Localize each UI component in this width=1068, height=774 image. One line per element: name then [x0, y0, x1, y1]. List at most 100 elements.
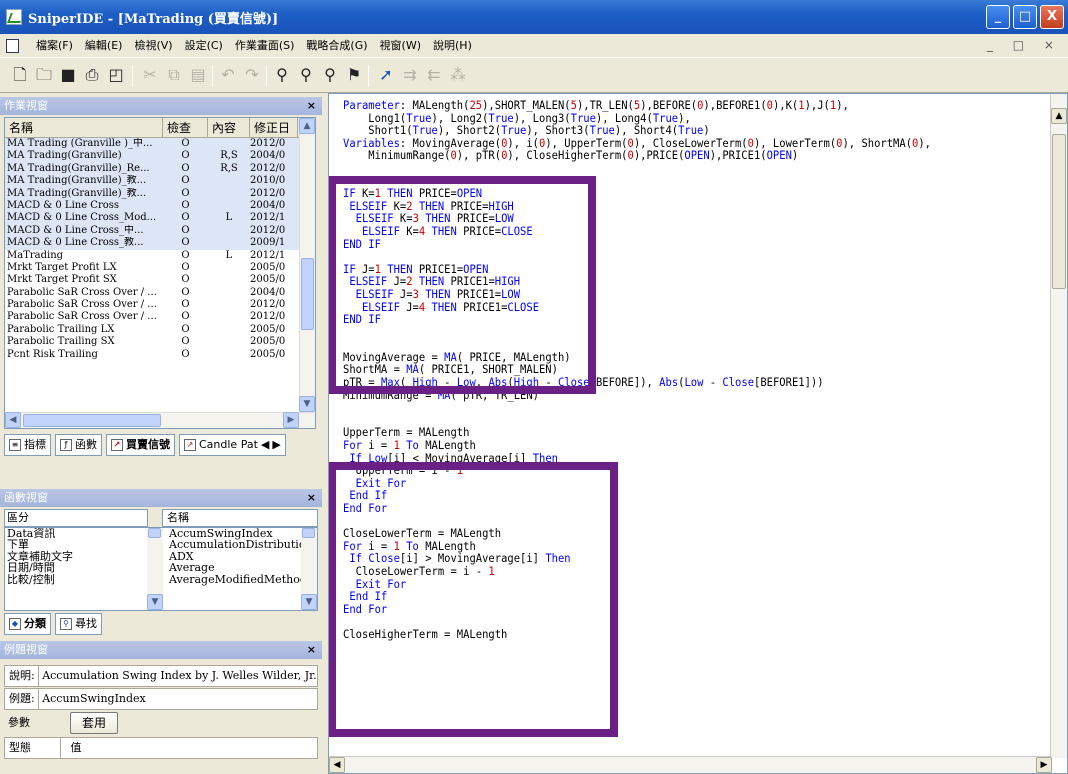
column-content[interactable]: 內容: [208, 118, 250, 137]
work-pane-close-icon[interactable]: ×: [307, 97, 316, 115]
editor-hscrollbar[interactable]: ◀ ▶: [329, 756, 1052, 773]
scroll-right-icon[interactable]: ▶: [283, 412, 299, 428]
menu-window[interactable]: 視窗(W): [374, 34, 427, 58]
scroll-up-icon[interactable]: ▲: [299, 118, 315, 134]
table-row[interactable]: Parabolic SaR Cross Over / ... O 2012/0: [5, 299, 315, 311]
tab-category[interactable]: ◆ 分類: [4, 613, 51, 635]
table-row[interactable]: MaTrading O L 2012/1: [5, 250, 315, 262]
table-row[interactable]: MACD & 0 Line Cross O 2004/0: [5, 199, 315, 213]
function-list[interactable]: Data資訊 下單 文章補助文字 日期/時間 比較/控制 ▼ AccumSwin…: [4, 527, 318, 611]
category-scroll-up-icon[interactable]: [148, 509, 162, 527]
code-line[interactable]: Parameter: MALength(25),SHORT_MALEN(5),T…: [343, 100, 1043, 113]
maximize-button[interactable]: □: [1013, 5, 1037, 29]
scroll-down-icon[interactable]: ▼: [299, 396, 315, 412]
script-list-hscrollbar[interactable]: ◀ ▶: [5, 412, 315, 428]
menu-view[interactable]: 檢視(V): [128, 34, 178, 58]
scroll-thumb[interactable]: [301, 258, 314, 330]
table-row[interactable]: MA Trading (Granville )_中... O 2012/0: [5, 138, 315, 151]
cut-icon[interactable]: ✂: [140, 65, 160, 85]
table-row[interactable]: Parabolic SaR Cross Over / ... O 2012/0: [5, 311, 315, 323]
tab-functions[interactable]: ƒ 函數: [55, 434, 102, 456]
tab-scroll-right-icon[interactable]: ▶: [272, 435, 280, 455]
tab-scroll-left-icon[interactable]: ◀: [261, 435, 269, 455]
open-icon[interactable]: 🗀: [34, 65, 54, 85]
table-row[interactable]: MA Trading(Granville)_教... O 2012/0: [5, 187, 315, 200]
indent-icon[interactable]: ⇉: [400, 65, 420, 85]
script-list-vscrollbar[interactable]: ▲ ▼: [299, 118, 315, 428]
code-editor[interactable]: Parameter: MALength(25),SHORT_MALEN(5),T…: [328, 93, 1068, 774]
comment-icon[interactable]: ⁂: [448, 65, 468, 85]
column-modified[interactable]: 修正日: [250, 118, 298, 137]
redo-icon[interactable]: ↷: [242, 65, 262, 85]
function-item[interactable]: AverageModifiedMethod: [169, 573, 307, 585]
code-line[interactable]: UpperTerm = MALength: [343, 427, 1043, 440]
outdent-icon[interactable]: ⇇: [424, 65, 444, 85]
hscroll-thumb[interactable]: [23, 414, 161, 427]
code-line[interactable]: [343, 163, 1043, 176]
editor-scroll-thumb[interactable]: [1052, 134, 1066, 289]
script-list[interactable]: 名稱 檢查 內容 修正日 MA Trading (Granville )_中..…: [4, 117, 316, 429]
close-button[interactable]: X: [1040, 5, 1064, 29]
table-row[interactable]: Parabolic SaR Cross Over / ... O 2004/0: [5, 287, 315, 299]
tab-signals[interactable]: ↗ 買賣信號: [106, 434, 175, 456]
paste-icon[interactable]: ▤: [188, 65, 208, 85]
table-row[interactable]: MA Trading(Granville) O R,S 2004/0: [5, 150, 315, 163]
menu-help[interactable]: 說明(H): [427, 34, 478, 58]
editor-scroll-right-icon[interactable]: ▶: [1036, 757, 1052, 773]
category-item[interactable]: 日期/時間: [7, 562, 147, 574]
column-name[interactable]: 名稱: [5, 118, 163, 137]
table-row[interactable]: MACD & 0 Line Cross_Mod... O L 2012/1: [5, 212, 315, 225]
document-icon[interactable]: [6, 39, 19, 53]
menu-strategy[interactable]: 戰略合成(G): [300, 34, 373, 58]
function-scrollbar[interactable]: ▼: [301, 528, 317, 610]
function-pane-close-icon[interactable]: ×: [307, 489, 316, 507]
editor-vscrollbar[interactable]: ▲: [1050, 94, 1067, 758]
menu-settings[interactable]: 設定(C): [179, 34, 229, 58]
menu-file[interactable]: 檔案(F): [30, 34, 79, 58]
table-row[interactable]: MACD & 0 Line Cross_中... O 2012/0: [5, 224, 315, 238]
menu-workspace[interactable]: 作業畫面(S): [229, 34, 301, 58]
table-row[interactable]: MA Trading(Granville)_教... O 2010/0: [5, 175, 315, 188]
category-scroll-thumb[interactable]: [148, 528, 161, 538]
code-line[interactable]: For i = 1 To MALength: [343, 440, 1043, 453]
column-check[interactable]: 檢查: [163, 118, 208, 137]
table-row[interactable]: Mrkt Target Profit SX O 2005/0: [5, 274, 315, 286]
table-row[interactable]: Mrkt Target Profit LX O 2005/0: [5, 262, 315, 274]
function-scroll-down-icon[interactable]: ▼: [301, 594, 317, 610]
table-row[interactable]: Parabolic Trailing SX O 2005/0: [5, 336, 315, 348]
mdi-controls[interactable]: _ □ ×: [987, 38, 1062, 52]
editor-scroll-left-icon[interactable]: ◀: [329, 757, 345, 773]
code-line[interactable]: Long1(True), Long2(True), Long3(True), L…: [343, 112, 1043, 125]
function-scroll-thumb[interactable]: [302, 528, 315, 538]
minimize-button[interactable]: _: [986, 5, 1010, 29]
find-icon[interactable]: ⚲: [272, 65, 292, 85]
print-preview-icon[interactable]: ◰: [106, 65, 126, 85]
table-row[interactable]: MACD & 0 Line Cross_教... O 2009/1: [5, 237, 315, 250]
replace-icon[interactable]: ⚲: [320, 65, 340, 85]
copy-icon[interactable]: ⧉: [164, 65, 184, 85]
code-line[interactable]: MinimumRange(0), pTR(0), CloseHigherTerm…: [343, 150, 1043, 163]
example-pane-close-icon[interactable]: ×: [307, 641, 316, 659]
menu-edit[interactable]: 編輯(E): [79, 34, 129, 58]
undo-icon[interactable]: ↶: [218, 65, 238, 85]
print-icon[interactable]: ⎙: [82, 65, 102, 85]
save-icon[interactable]: ■: [58, 65, 78, 85]
table-row[interactable]: Pcnt Risk Trailing O 2005/0: [5, 349, 315, 361]
tab-candle-pattern[interactable]: ↗ Candle Pat ◀ ▶: [179, 434, 286, 456]
scroll-left-icon[interactable]: ◀: [5, 412, 21, 428]
bookmark-icon[interactable]: ⚑: [344, 65, 364, 85]
table-row[interactable]: Parabolic Trailing LX O 2005/0: [5, 324, 315, 336]
editor-scroll-up-icon[interactable]: ▲: [1051, 108, 1067, 124]
category-scroll-down-icon[interactable]: ▼: [147, 594, 163, 610]
compile-icon[interactable]: ➚: [376, 65, 396, 85]
category-item[interactable]: 比較/控制: [7, 573, 147, 585]
tab-indicators[interactable]: ≡ 指標: [4, 434, 51, 456]
find-next-icon[interactable]: ⚲: [296, 65, 316, 85]
new-icon[interactable]: 🗋: [10, 65, 30, 85]
title-bar[interactable]: SniperIDE - [MaTrading (買賣信號)] _ □ X: [0, 0, 1068, 34]
tab-search[interactable]: ⚲ 尋找: [55, 613, 102, 635]
table-row[interactable]: MA Trading(Granville)_Re... O R,S 2012/0: [5, 162, 315, 176]
function-item[interactable]: Average: [169, 562, 299, 574]
category-scrollbar[interactable]: ▼: [147, 528, 163, 610]
code-line[interactable]: Short1(True), Short2(True), Short3(True)…: [343, 125, 1043, 138]
